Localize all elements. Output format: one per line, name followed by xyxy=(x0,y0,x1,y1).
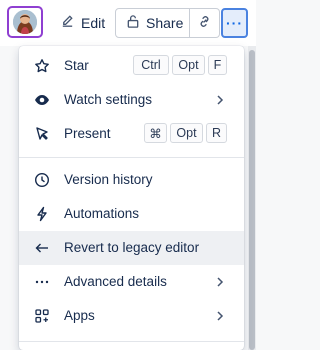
chevron-right-icon xyxy=(214,273,226,291)
shortcut-key: F xyxy=(208,55,227,75)
menu-item-version-history[interactable]: Version history xyxy=(19,163,244,197)
pencil-icon xyxy=(60,14,75,32)
menu-item-present[interactable]: Present ⌘ Opt R xyxy=(19,117,244,151)
shortcut-key: ⌘ xyxy=(144,123,167,143)
version-history-label: Version history xyxy=(64,172,153,187)
present-label: Present xyxy=(64,126,111,141)
page-toolbar: Edit Share ··· xyxy=(0,0,256,46)
star-icon xyxy=(33,57,51,75)
shortcut-key: Opt xyxy=(170,123,203,143)
edit-button[interactable]: Edit xyxy=(56,8,108,38)
scrollbar-thumb[interactable] xyxy=(249,50,255,350)
edit-label: Edit xyxy=(81,15,106,31)
apps-icon xyxy=(33,307,51,325)
menu-item-automations[interactable]: Automations xyxy=(19,197,244,231)
apps-label: Apps xyxy=(64,308,95,323)
chevron-right-icon xyxy=(214,307,226,325)
shortcut-key: R xyxy=(206,123,227,143)
clock-icon xyxy=(33,171,51,189)
chevron-right-icon xyxy=(214,91,226,109)
menu-item-apps[interactable]: Apps xyxy=(19,299,244,333)
link-icon xyxy=(197,14,212,32)
star-label: Star xyxy=(64,58,89,73)
revert-legacy-editor-label: Revert to legacy editor xyxy=(64,240,200,255)
more-label: ··· xyxy=(226,15,243,31)
shortcut-key: Opt xyxy=(172,55,205,75)
menu-item-watch-settings[interactable]: Watch settings xyxy=(19,83,244,117)
advanced-details-label: Advanced details xyxy=(64,274,167,289)
avatar xyxy=(13,10,37,34)
avatar-button[interactable] xyxy=(7,6,43,38)
more-actions-menu: Star Ctrl Opt F Watch settings Present ⌘… xyxy=(19,46,244,350)
share-label: Share xyxy=(146,15,184,31)
automations-label: Automations xyxy=(64,206,140,221)
share-button[interactable]: Share xyxy=(115,8,190,38)
arrow-left-icon xyxy=(33,239,51,257)
copy-link-button[interactable] xyxy=(190,8,220,38)
menu-item-revert-legacy-editor[interactable]: Revert to legacy editor xyxy=(19,231,244,265)
present-icon xyxy=(33,125,51,143)
lock-icon xyxy=(126,14,140,32)
watch-settings-label: Watch settings xyxy=(64,92,153,107)
lightning-icon xyxy=(33,205,51,223)
menu-divider xyxy=(19,157,244,158)
menu-item-star[interactable]: Star Ctrl Opt F xyxy=(19,49,244,83)
menu-item-advanced-details[interactable]: Advanced details xyxy=(19,265,244,299)
more-actions-button[interactable]: ··· xyxy=(221,8,248,38)
eye-icon xyxy=(33,91,51,109)
shortcut-key: Ctrl xyxy=(133,55,169,75)
ellipsis-icon xyxy=(33,273,51,291)
menu-divider xyxy=(19,341,244,342)
